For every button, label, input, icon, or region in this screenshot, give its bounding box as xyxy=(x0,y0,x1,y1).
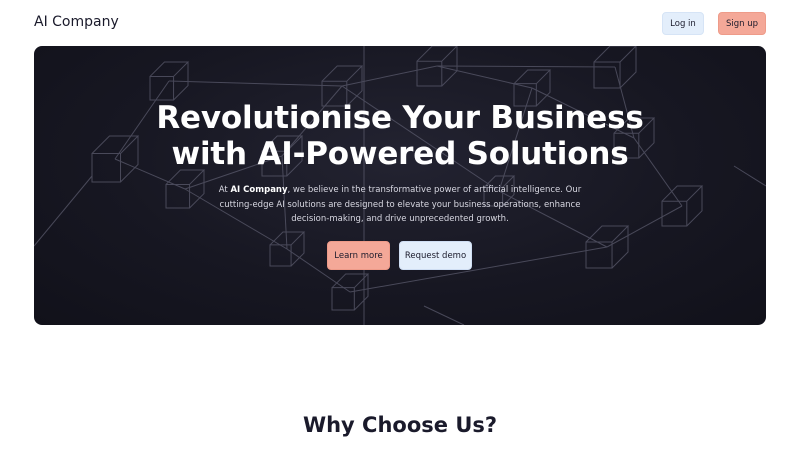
request-demo-button[interactable]: Request demo xyxy=(399,241,472,270)
brand-logo[interactable]: AI Company xyxy=(34,14,119,30)
hero-description: At AI Company, we believe in the transfo… xyxy=(210,183,590,227)
hero-title-line-2: with AI-Powered Solutions xyxy=(171,136,629,172)
why-choose-us-heading: Why Choose Us? xyxy=(302,413,498,437)
hero-title-line-1: Revolutionise Your Business xyxy=(156,100,644,136)
hero-text-brand: AI Company xyxy=(230,185,288,195)
learn-more-button[interactable]: Learn more xyxy=(327,241,390,270)
signup-button[interactable]: Sign up xyxy=(718,12,766,35)
hero-title: Revolutionise Your Business with AI-Powe… xyxy=(34,100,766,172)
site-header: AI Company Log in Sign up xyxy=(0,0,800,46)
hero-text-prefix: At xyxy=(218,185,231,195)
hero-banner: Revolutionise Your Business with AI-Powe… xyxy=(34,46,766,325)
login-button[interactable]: Log in xyxy=(662,12,704,35)
